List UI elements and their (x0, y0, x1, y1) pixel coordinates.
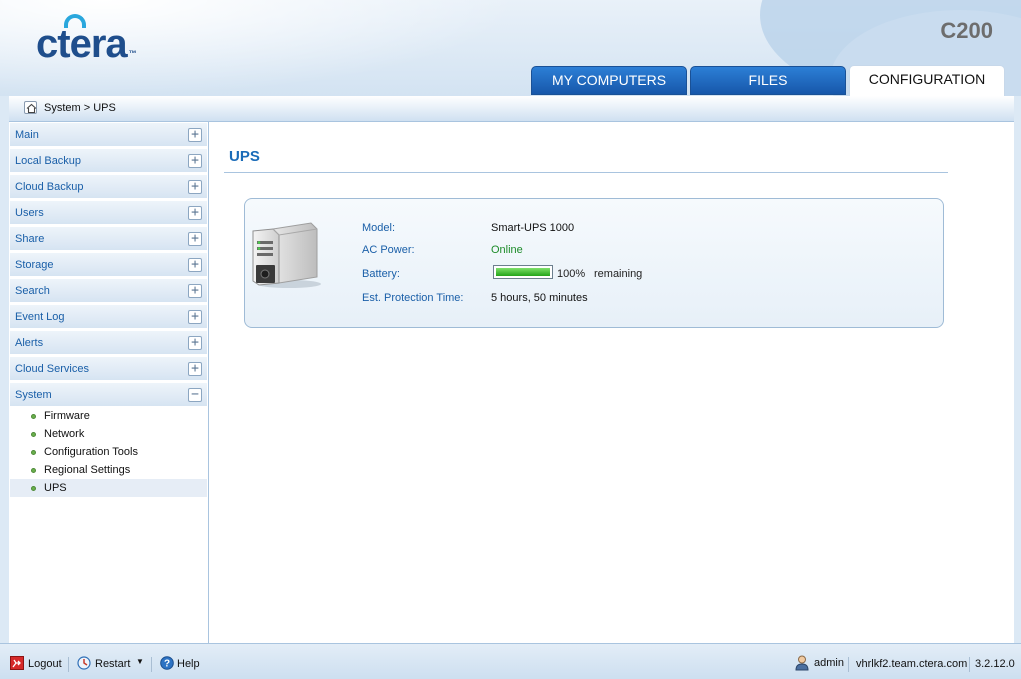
expand-icon[interactable]: + (188, 284, 202, 298)
ctera-logo: ctera ™ (36, 14, 137, 68)
ac-power-label: AC Power: (362, 244, 415, 256)
sidebar-item-cloud-services[interactable]: Cloud Services + (10, 357, 207, 381)
expand-icon[interactable]: + (188, 310, 202, 324)
sidebar-item-label: Share (15, 233, 45, 245)
sidebar-item-label: Alerts (15, 337, 44, 349)
sidebar-item-system[interactable]: System − (10, 383, 207, 407)
sidebar-subitem-regional-settings[interactable]: Regional Settings (10, 461, 207, 479)
protection-time-label: Est. Protection Time: (362, 292, 464, 304)
restart-button[interactable]: Restart (95, 658, 130, 670)
content-area: UPS Model: Smart-UPS 1000 AC Power: Onli… (210, 122, 1014, 643)
sidebar-item-label: Main (15, 129, 39, 141)
expand-icon[interactable]: + (188, 180, 202, 194)
expand-icon[interactable]: + (188, 232, 202, 246)
battery-label: Battery: (362, 268, 400, 280)
username: admin (814, 657, 844, 669)
model-value: Smart-UPS 1000 (491, 222, 575, 234)
sidebar-item-label: Cloud Services (15, 363, 89, 375)
logout-link[interactable]: Logout (28, 658, 62, 670)
svg-text:?: ? (164, 659, 170, 670)
footer-bar: Logout Restart ▼ ? Help admin vhrlkf2.te… (0, 643, 1021, 679)
sidebar-item-storage[interactable]: Storage + (10, 253, 207, 277)
footer-divider (969, 657, 970, 672)
expand-icon[interactable]: + (188, 258, 202, 272)
sidebar-item-cloud-backup[interactable]: Cloud Backup + (10, 175, 207, 199)
sidebar-item-event-log[interactable]: Event Log + (10, 305, 207, 329)
firmware-version: 3.2.12.0 (975, 658, 1015, 670)
footer-divider (151, 657, 152, 672)
tab-my-computers[interactable]: MY COMPUTERS (531, 66, 687, 95)
expand-icon[interactable]: + (188, 336, 202, 350)
device-model: C200 (940, 18, 993, 43)
footer-divider (68, 657, 69, 672)
expand-icon[interactable]: + (188, 362, 202, 376)
battery-remaining-label: remaining (594, 268, 643, 280)
footer-divider (848, 657, 849, 672)
sidebar-subitem-label: Network (44, 428, 85, 440)
logo-trademark: ™ (128, 49, 137, 58)
breadcrumb: System > UPS (9, 96, 1014, 122)
sidebar-item-main[interactable]: Main + (10, 123, 207, 147)
sidebar-subitem-label: Configuration Tools (44, 446, 138, 458)
sidebar-subitem-ups[interactable]: UPS (10, 479, 207, 497)
chevron-down-icon[interactable]: ▼ (136, 657, 144, 666)
battery-percent: 100% (557, 268, 586, 280)
battery-progress-bar (493, 265, 553, 279)
sidebar: Main + Local Backup + Cloud Backup + Use… (9, 122, 209, 643)
bullet-icon (31, 486, 36, 491)
sidebar-item-label: Event Log (15, 311, 65, 323)
sidebar-item-label: System (15, 389, 52, 401)
sidebar-item-share[interactable]: Share + (10, 227, 207, 251)
model-label: Model: (362, 222, 396, 234)
home-icon[interactable] (24, 101, 37, 114)
sidebar-subitem-configuration-tools[interactable]: Configuration Tools (10, 443, 207, 461)
sidebar-item-label: Users (15, 207, 44, 219)
bullet-icon (31, 432, 36, 437)
sidebar-item-label: Search (15, 285, 50, 297)
main-frame: Main + Local Backup + Cloud Backup + Use… (9, 122, 1014, 643)
sidebar-subitem-label: Firmware (44, 410, 90, 422)
user-icon (795, 655, 809, 674)
tab-files[interactable]: FILES (690, 66, 846, 95)
sidebar-item-local-backup[interactable]: Local Backup + (10, 149, 207, 173)
sidebar-item-users[interactable]: Users + (10, 201, 207, 225)
collapse-icon[interactable]: − (188, 388, 202, 402)
sidebar-item-label: Cloud Backup (15, 181, 84, 193)
help-icon[interactable]: ? (160, 656, 174, 673)
sidebar-item-label: Local Backup (15, 155, 82, 167)
expand-icon[interactable]: + (188, 206, 202, 220)
ac-power-value: Online (491, 244, 523, 256)
page-title: UPS (229, 148, 260, 165)
expand-icon[interactable]: + (188, 154, 202, 168)
sidebar-subitem-network[interactable]: Network (10, 425, 207, 443)
sidebar-subitem-label: UPS (44, 482, 67, 494)
tab-configuration[interactable]: CONFIGURATION (849, 65, 1005, 96)
sidebar-subitem-firmware[interactable]: Firmware (10, 407, 207, 425)
logout-icon[interactable] (10, 656, 24, 673)
restart-icon[interactable] (77, 656, 91, 673)
app-header: ctera ™ C200 MY COMPUTERS FILES CONFIGURA… (0, 0, 1021, 96)
sidebar-item-label: Storage (15, 259, 54, 271)
hostname: vhrlkf2.team.ctera.com (856, 658, 968, 670)
sidebar-item-search[interactable]: Search + (10, 279, 207, 303)
bullet-icon (31, 414, 36, 419)
sidebar-item-alerts[interactable]: Alerts + (10, 331, 207, 355)
title-divider (224, 172, 948, 173)
expand-icon[interactable]: + (188, 128, 202, 142)
sidebar-subitem-label: Regional Settings (44, 464, 131, 476)
logo-text: ctera (36, 22, 128, 66)
protection-time-value: 5 hours, 50 minutes (491, 292, 588, 304)
bullet-icon (31, 468, 36, 473)
battery-progress-fill (496, 268, 550, 276)
ups-status-panel: Model: Smart-UPS 1000 AC Power: Online B… (244, 198, 944, 328)
bullet-icon (31, 450, 36, 455)
ups-device-icon (251, 221, 323, 292)
breadcrumb-path: System > UPS (44, 102, 116, 114)
help-link[interactable]: Help (177, 658, 200, 670)
